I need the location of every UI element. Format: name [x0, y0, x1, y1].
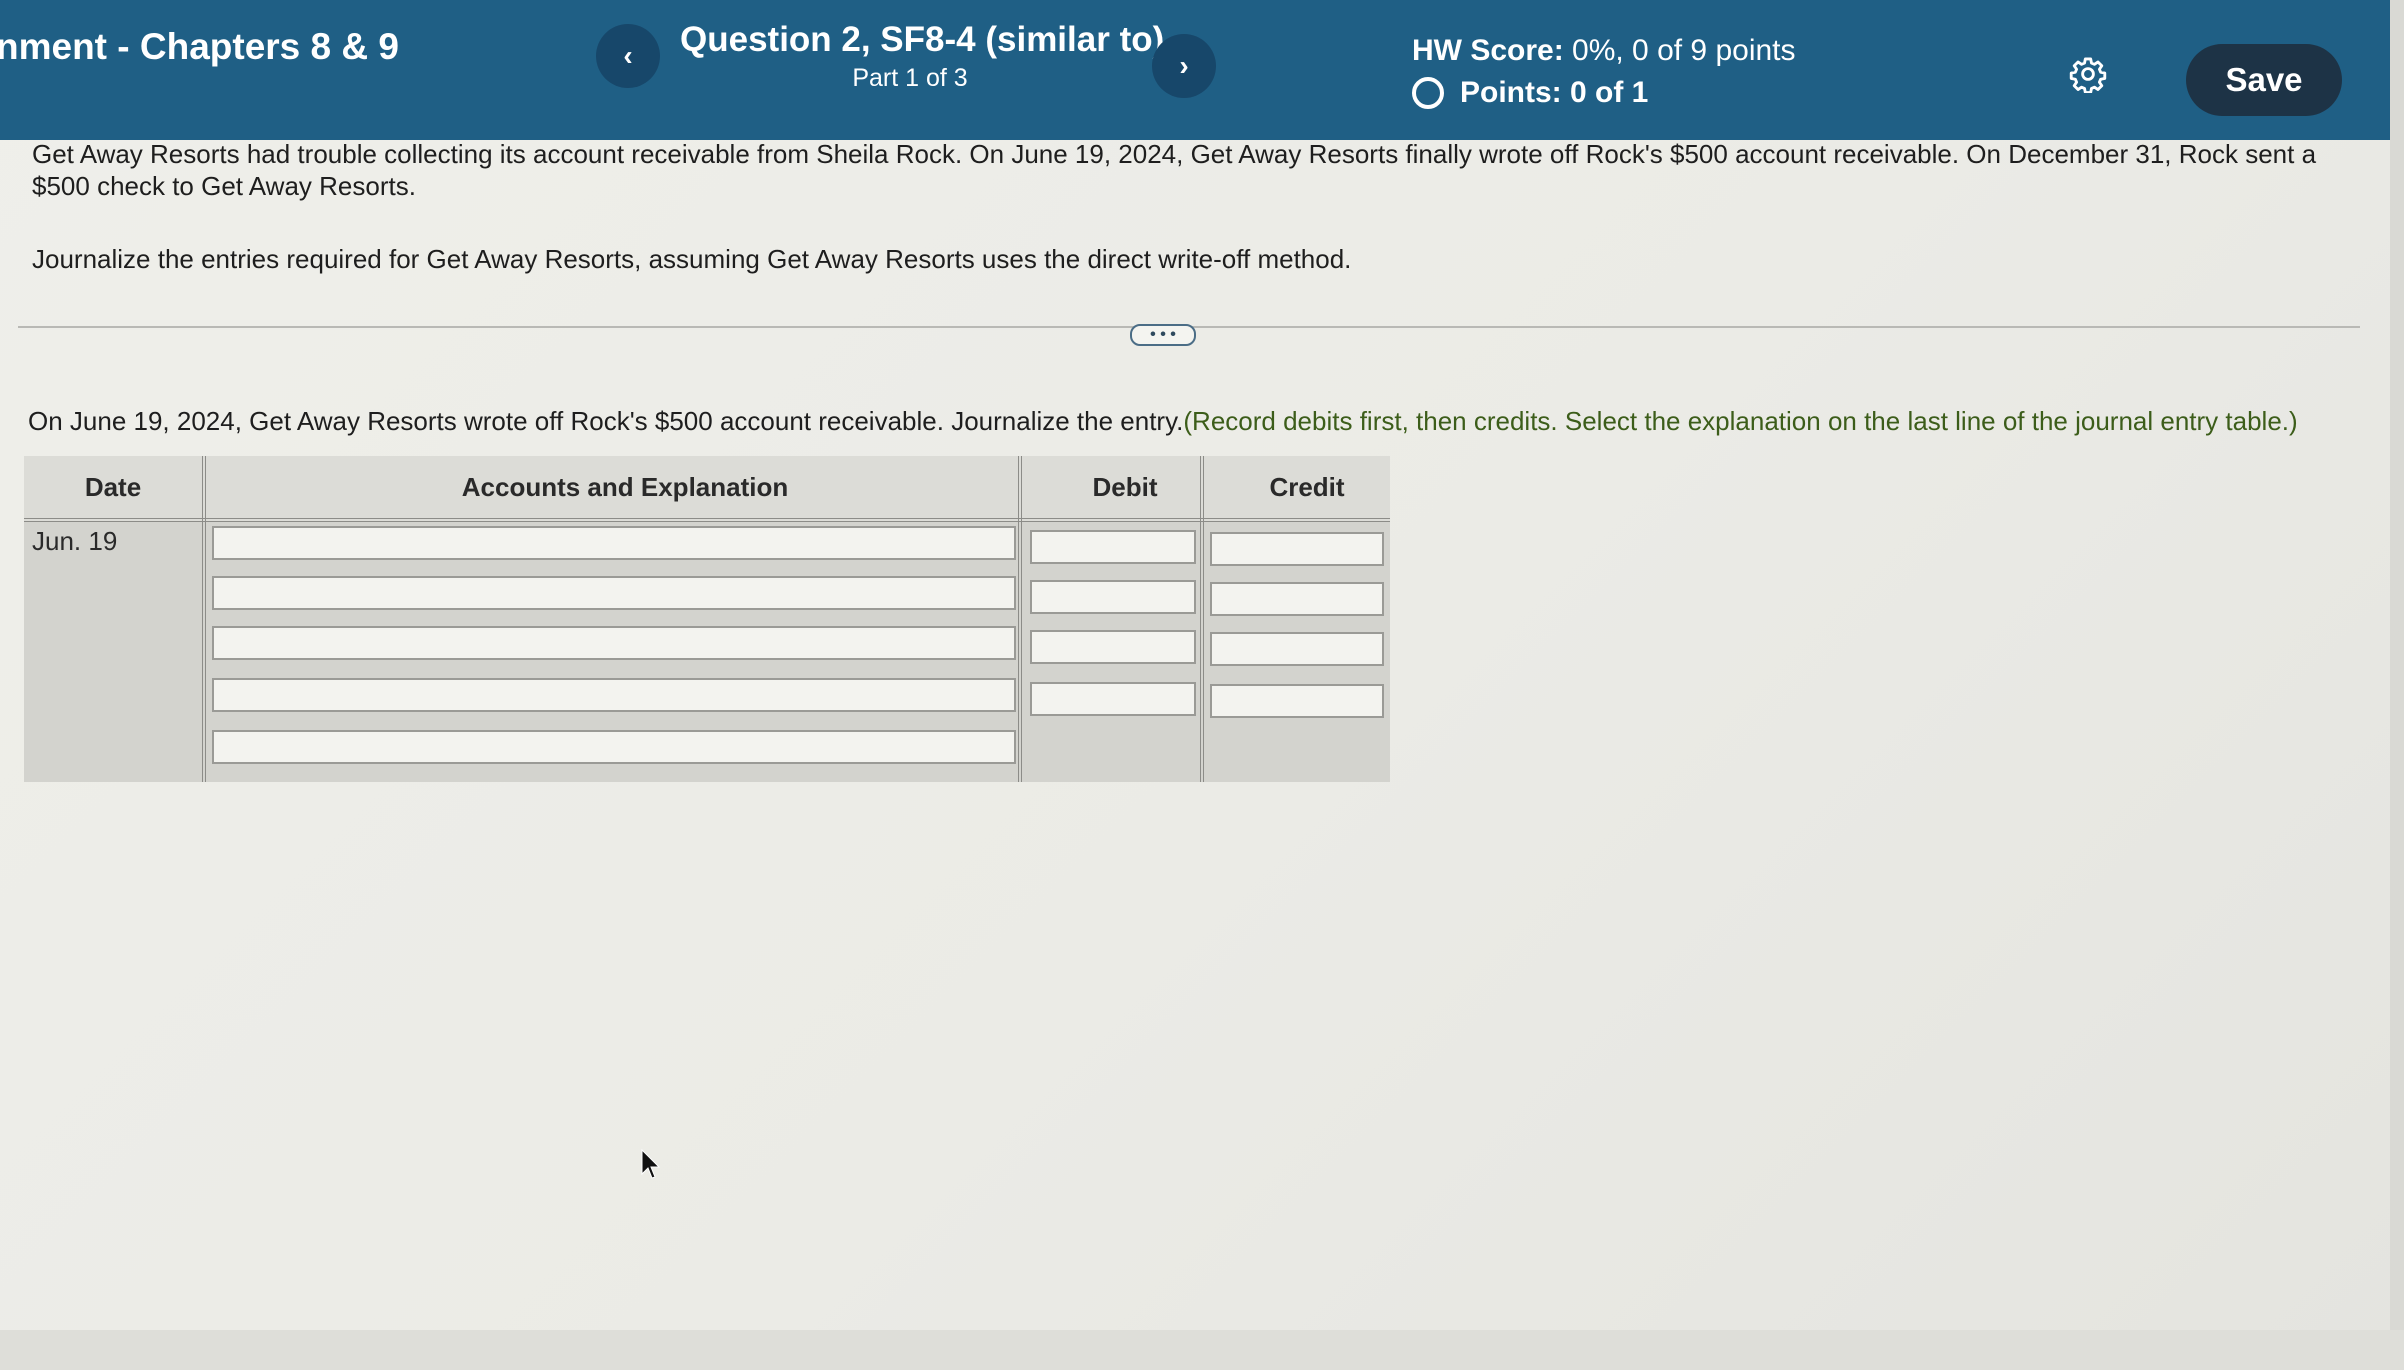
question-info: Question 2, SF8-4 (similar to) Part 1 of… [680, 20, 1165, 93]
mouse-pointer-icon [641, 1148, 661, 1179]
previous-question-button[interactable]: ‹ [596, 24, 660, 88]
journal-entry-table: Date Accounts and Explanation Debit Cred… [24, 456, 1390, 782]
debit-input-1[interactable] [1030, 530, 1196, 564]
settings-button[interactable] [2068, 54, 2108, 94]
expand-handle[interactable]: • • • [1130, 324, 1196, 346]
debit-input-2[interactable] [1030, 580, 1196, 614]
part-hint: (Record debits first, then credits. Sele… [1183, 406, 2298, 436]
account-input-4[interactable] [212, 678, 1016, 712]
page: nment - Chapters 8 & 9 ‹ Question 2, SF8… [0, 0, 2404, 1370]
header-credit: Credit [1269, 471, 1345, 502]
credit-input-1[interactable] [1210, 532, 1384, 566]
explanation-input[interactable] [212, 730, 1016, 764]
credit-input-2[interactable] [1210, 582, 1384, 616]
header-debit: Debit [1092, 471, 1158, 502]
credit-input-4[interactable] [1210, 684, 1384, 718]
header-accounts: Accounts and Explanation [461, 471, 789, 502]
gear-icon [2069, 57, 2107, 93]
problem-statement: Get Away Resorts had trouble collecting … [32, 139, 2317, 201]
header-date: Date [84, 471, 142, 502]
footer-strip [0, 1330, 2404, 1370]
scrollbar-track[interactable] [2390, 0, 2404, 1370]
points-status: Points: 0 of 1 [1412, 76, 1796, 110]
score-block: HW Score: 0%, 0 of 9 points Points: 0 of… [1412, 34, 1796, 110]
header-bar: nment - Chapters 8 & 9 ‹ Question 2, SF8… [0, 0, 2390, 140]
account-input-3[interactable] [212, 626, 1016, 660]
assignment-title: nment - Chapters 8 & 9 [0, 26, 399, 67]
hw-score-value: 0%, 0 of 9 points [1572, 34, 1796, 67]
account-input-1[interactable] [212, 526, 1016, 560]
hw-score-label: HW Score: [1412, 34, 1564, 67]
journal-header-row: Date Accounts and Explanation Debit Cred… [24, 456, 1390, 522]
points-text: Points: 0 of 1 [1460, 76, 1649, 109]
column-separator [1200, 456, 1204, 782]
part-prompt-text: On June 19, 2024, Get Away Resorts wrote… [28, 406, 1184, 436]
debit-input-4[interactable] [1030, 682, 1196, 716]
column-separator [1018, 456, 1022, 782]
problem-instruction: Journalize the entries required for Get … [32, 244, 1352, 274]
hw-score: HW Score: 0%, 0 of 9 points [1412, 34, 1796, 68]
question-part: Part 1 of 3 [852, 64, 968, 92]
next-question-button[interactable]: › [1152, 34, 1216, 98]
save-button[interactable]: Save [2186, 44, 2342, 116]
chevron-right-icon: › [1179, 50, 1189, 81]
part-prompt: On June 19, 2024, Get Away Resorts wrote… [28, 406, 2298, 437]
circle-outline-icon [1412, 77, 1444, 109]
account-input-2[interactable] [212, 576, 1016, 610]
entry-date: Jun. 19 [32, 526, 118, 556]
debit-input-3[interactable] [1030, 630, 1196, 664]
column-separator [202, 456, 206, 782]
chevron-left-icon: ‹ [623, 40, 633, 71]
credit-input-3[interactable] [1210, 632, 1384, 666]
question-title: Question 2, SF8-4 (similar to) [680, 20, 1165, 59]
